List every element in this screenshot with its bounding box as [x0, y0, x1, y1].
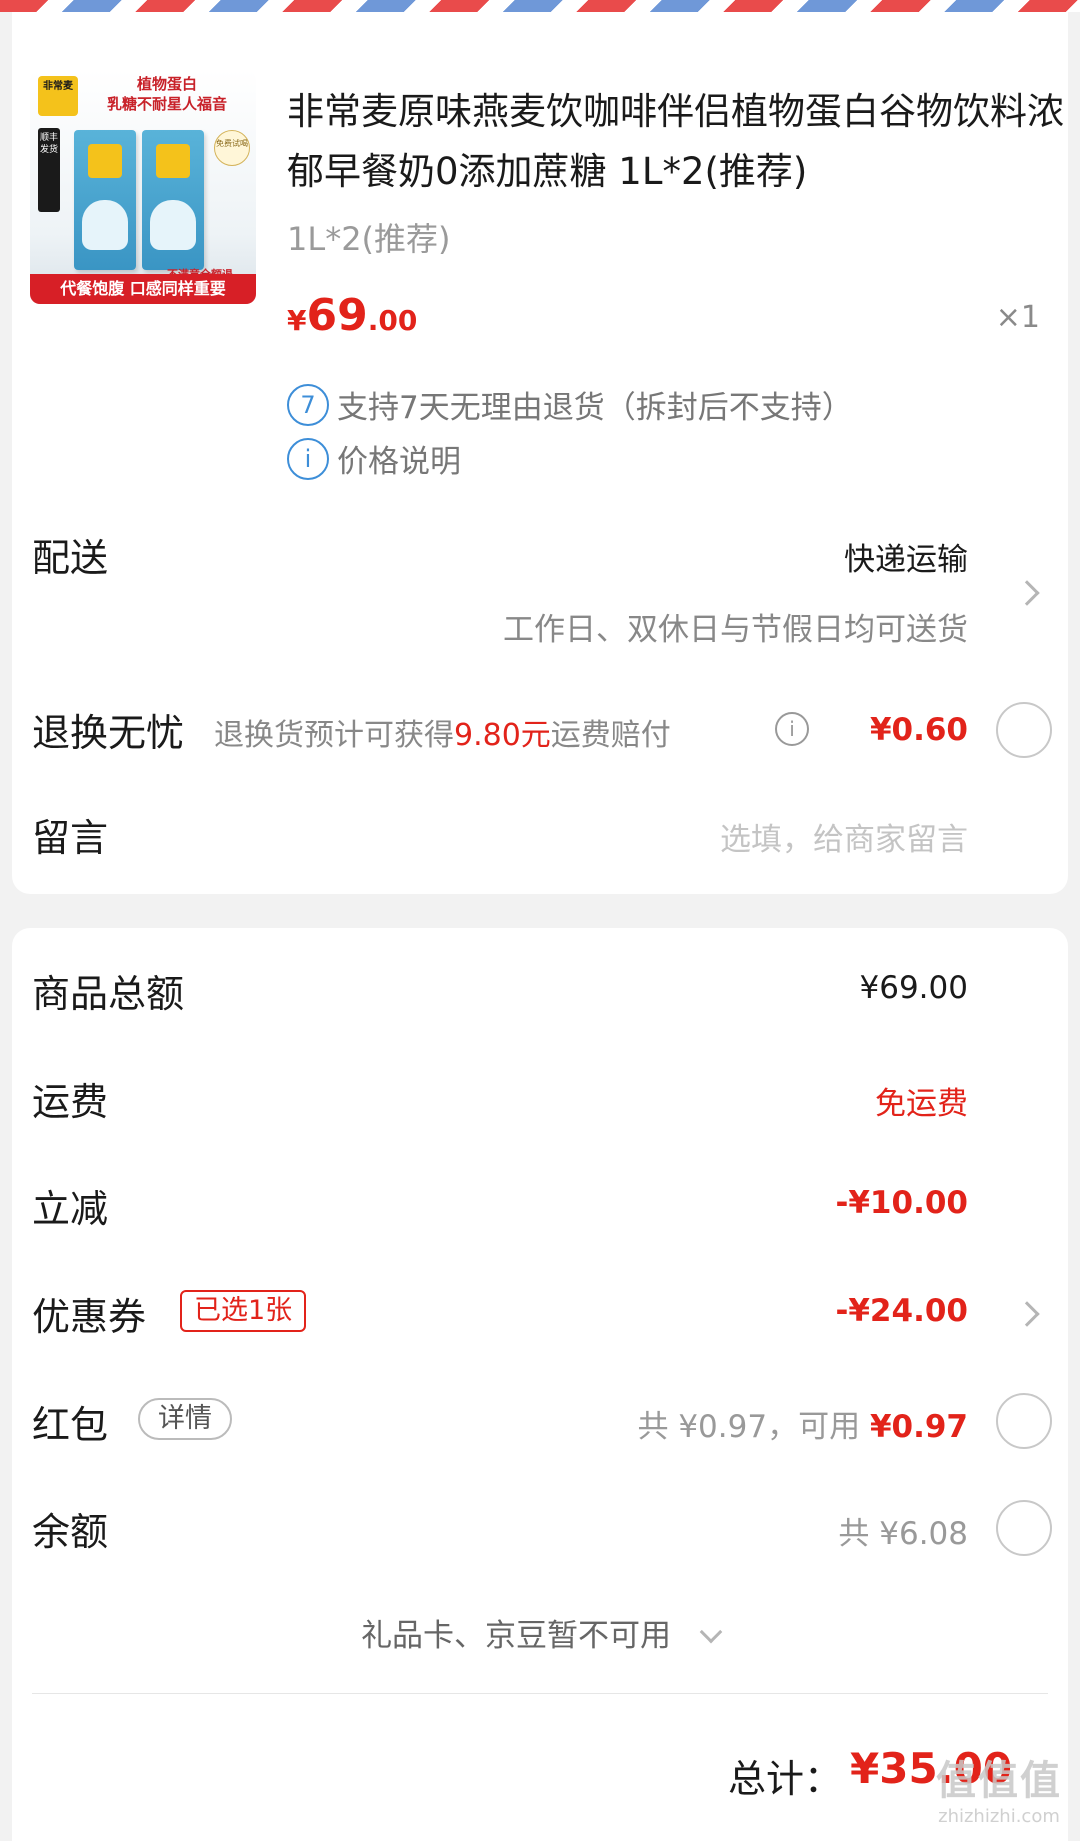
balance-label: 余额 — [32, 1510, 109, 1554]
balance-radio[interactable] — [996, 1500, 1052, 1556]
chevron-down-icon — [699, 1620, 723, 1644]
price-explanation[interactable]: i 价格说明 — [287, 436, 461, 481]
shipping-label: 运费 — [32, 1080, 109, 1124]
product-title[interactable]: 非常麦原味燕麦饮咖啡伴侣植物蛋白谷物饮料浓郁早餐奶0添加蔗糖 1L*2(推荐) — [287, 82, 1067, 202]
discount-label: 立减 — [32, 1187, 109, 1231]
product-price: ¥69.00 — [287, 290, 418, 341]
chevron-right-icon[interactable] — [1014, 580, 1040, 606]
coupon-label: 优惠券 — [32, 1295, 147, 1339]
return-policy-text: 支持7天无理由退货（拆封后不支持） — [337, 390, 853, 426]
seven-day-icon: 7 — [287, 383, 329, 426]
delivery-method[interactable]: 快递运输 — [844, 534, 968, 579]
return-insurance-price: ¥0.60 — [869, 712, 968, 748]
redpacket-label: 红包 — [32, 1403, 109, 1447]
image-banner: 代餐饱腹 口感同样重要 — [30, 274, 256, 304]
info-icon[interactable]: i — [775, 712, 809, 746]
chevron-right-icon[interactable] — [1014, 1301, 1040, 1327]
goods-total-label: 商品总额 — [32, 972, 185, 1016]
image-headline: 植物蛋白 乳糖不耐星人福音 — [106, 75, 227, 113]
message-label: 留言 — [32, 816, 109, 860]
product-spec: 1L*2(推荐) — [287, 220, 451, 258]
coupon-value[interactable]: -¥24.00 — [836, 1293, 969, 1329]
coupon-selected-tag[interactable]: 已选1张 — [180, 1290, 307, 1332]
product-quantity: ×1 — [995, 300, 1040, 335]
site-watermark: 值值值 zhizhizhi.com — [936, 1758, 1062, 1827]
return-insurance-label: 退换无忧 — [32, 711, 185, 755]
delivery-note: 工作日、双休日与节假日均可送货 — [503, 612, 968, 648]
info-icon: i — [287, 437, 329, 480]
price-explanation-text: 价格说明 — [337, 444, 461, 480]
shipping-value: 免运费 — [875, 1086, 968, 1122]
price-summary-card: 商品总额 ¥69.00 运费 免运费 立减 -¥10.00 优惠券 已选1张 -… — [12, 928, 1068, 1841]
return-insurance-radio[interactable] — [996, 702, 1052, 758]
product-carton — [74, 130, 136, 270]
total-label: 总计： — [728, 1757, 843, 1801]
free-trial-badge: 免费试喝 — [214, 130, 250, 166]
airmail-border — [0, 0, 1080, 12]
redpacket-details-tag[interactable]: 详情 — [138, 1398, 232, 1440]
sf-express-badge: 顺丰发货 — [38, 128, 60, 212]
order-product-card: 非常麦 植物蛋白 乳糖不耐星人福音 顺丰发货 免费试喝 不满意全额退 代餐饱腹 … — [12, 12, 1068, 894]
delivery-label: 配送 — [32, 536, 109, 580]
discount-value: -¥10.00 — [835, 1185, 969, 1221]
return-policy[interactable]: 7 支持7天无理由退货（拆封后不支持） — [287, 382, 853, 427]
summary-divider — [32, 1693, 1048, 1694]
redpacket-amount: 共 ¥0.97，可用 ¥0.97 — [637, 1409, 968, 1445]
balance-amount: 共 ¥6.08 — [838, 1516, 968, 1552]
goods-total-value: ¥69.00 — [859, 970, 968, 1006]
brand-logo: 非常麦 — [38, 76, 78, 116]
redpacket-radio[interactable] — [996, 1393, 1052, 1449]
product-image[interactable]: 非常麦 植物蛋白 乳糖不耐星人福音 顺丰发货 免费试喝 不满意全额退 代餐饱腹 … — [30, 70, 256, 304]
return-insurance-desc: 退换货预计可获得9.80元运费赔付 — [214, 718, 671, 753]
unavailable-toggle[interactable]: 礼品卡、京豆暂不可用 — [12, 1610, 1068, 1655]
product-carton — [142, 130, 204, 270]
message-input[interactable]: 选填，给商家留言 — [720, 814, 968, 859]
